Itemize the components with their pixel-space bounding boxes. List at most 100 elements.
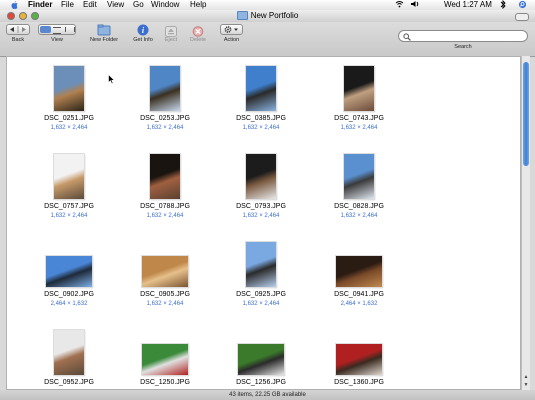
thumbnail-frame xyxy=(29,327,109,375)
file-item[interactable]: DSC_0905.JPG 1,632 × 2,464 xyxy=(125,239,205,321)
toolbar: Back View New Folder i Get Info Eject De… xyxy=(0,22,535,57)
file-name[interactable]: DSC_1360.JPG xyxy=(319,379,399,386)
get-info-button[interactable]: i xyxy=(137,23,149,36)
column-view-icon[interactable] xyxy=(65,27,75,32)
back-forward-buttons[interactable] xyxy=(6,24,30,35)
file-item[interactable]: DSC_0385.JPG 1,632 × 2,464 xyxy=(221,63,301,145)
photo-thumbnail[interactable] xyxy=(142,344,188,375)
back-arrow-icon xyxy=(10,27,14,32)
file-item[interactable]: DSC_0253.JPG 1,632 × 2,464 xyxy=(125,63,205,145)
new-folder-button[interactable] xyxy=(97,23,111,36)
file-item[interactable]: DSC_1360.JPG xyxy=(319,327,399,389)
forward-arrow-icon xyxy=(22,27,26,32)
list-view-icon[interactable] xyxy=(53,27,61,34)
file-name[interactable]: DSC_1256.JPG xyxy=(221,379,301,386)
file-name[interactable]: DSC_0902.JPG xyxy=(29,291,109,298)
vertical-scrollbar[interactable]: ▲ ▼ xyxy=(521,56,530,390)
scroll-down-arrow[interactable]: ▼ xyxy=(523,382,529,388)
file-item[interactable]: DSC_0251.JPG 1,632 × 2,464 xyxy=(29,63,109,145)
thumbnail-frame xyxy=(125,327,205,375)
file-dimensions: 1,632 × 2,464 xyxy=(242,125,280,131)
file-name[interactable]: DSC_0941.JPG xyxy=(319,291,399,298)
view-label: View xyxy=(51,37,63,43)
menu-window[interactable]: Window xyxy=(151,0,179,10)
photo-thumbnail[interactable] xyxy=(246,66,276,111)
file-name[interactable]: DSC_1250.JPG xyxy=(125,379,205,386)
thumbnail-frame xyxy=(221,63,301,111)
toolbar-toggle-button[interactable] xyxy=(515,13,529,21)
search-field[interactable] xyxy=(398,30,528,42)
photo-thumbnail[interactable] xyxy=(54,66,84,111)
menu-clock[interactable]: Wed 1:27 AM xyxy=(444,0,492,10)
photo-thumbnail[interactable] xyxy=(150,154,180,199)
photo-thumbnail[interactable] xyxy=(150,66,180,111)
file-name[interactable]: DSC_0952.JPG xyxy=(29,379,109,386)
apple-menu-icon[interactable] xyxy=(11,1,18,9)
photo-thumbnail[interactable] xyxy=(344,66,374,111)
file-item[interactable]: DSC_1256.JPG xyxy=(221,327,301,389)
delete-button[interactable] xyxy=(192,24,204,37)
back-label: Back xyxy=(11,37,25,43)
file-name[interactable]: DSC_0828.JPG xyxy=(319,203,399,210)
file-item[interactable]: DSC_0925.JPG 1,632 × 2,464 xyxy=(221,239,301,321)
menu-edit[interactable]: Edit xyxy=(83,0,97,10)
file-name[interactable]: DSC_0385.JPG xyxy=(221,115,301,122)
scrollbar-thumb[interactable] xyxy=(523,62,529,166)
file-item[interactable]: DSC_0941.JPG 2,464 × 1,632 xyxy=(319,239,399,321)
photo-thumbnail[interactable] xyxy=(344,154,374,199)
chevron-down-icon xyxy=(234,28,238,31)
file-item[interactable]: DSC_1250.JPG xyxy=(125,327,205,389)
file-item[interactable]: DSC_0788.JPG 1,632 × 2,464 xyxy=(125,151,205,233)
file-name[interactable]: DSC_0251.JPG xyxy=(29,115,109,122)
mouse-pointer-icon xyxy=(108,74,115,85)
file-name[interactable]: DSC_0793.JPG xyxy=(221,203,301,210)
eject-icon xyxy=(165,26,177,37)
file-dimensions: 1,632 × 2,464 xyxy=(242,301,280,307)
photo-thumbnail[interactable] xyxy=(336,344,382,375)
file-item[interactable]: DSC_0828.JPG 1,632 × 2,464 xyxy=(319,151,399,233)
file-item[interactable]: DSC_0743.JPG 1,632 × 2,464 xyxy=(319,63,399,145)
thumbnail-frame xyxy=(319,151,399,199)
action-button[interactable] xyxy=(220,24,243,35)
photo-thumbnail[interactable] xyxy=(238,344,284,375)
icon-view-icon[interactable] xyxy=(40,26,51,33)
menu-help[interactable]: Help xyxy=(190,0,206,10)
close-button[interactable] xyxy=(7,12,15,20)
photo-thumbnail[interactable] xyxy=(246,154,276,199)
file-name[interactable]: DSC_0788.JPG xyxy=(125,203,205,210)
menu-finder[interactable]: Finder xyxy=(28,0,52,10)
file-name[interactable]: DSC_0757.JPG xyxy=(29,203,109,210)
finder-window: New Portfolio Back View New Folder i Get… xyxy=(0,10,535,400)
file-name[interactable]: DSC_0743.JPG xyxy=(319,115,399,122)
new-folder-icon xyxy=(97,24,111,36)
info-icon: i xyxy=(137,24,149,36)
title-bar[interactable]: New Portfolio xyxy=(0,10,535,22)
file-dimensions: 1,632 × 2,464 xyxy=(340,125,378,131)
file-item[interactable]: DSC_0793.JPG 1,632 × 2,464 xyxy=(221,151,301,233)
scroll-up-arrow[interactable]: ▲ xyxy=(523,374,529,380)
menu-view[interactable]: View xyxy=(107,0,124,10)
photo-thumbnail[interactable] xyxy=(246,242,276,287)
eject-label: Eject xyxy=(164,37,178,43)
eject-button[interactable] xyxy=(165,24,177,37)
thumbnail-frame xyxy=(319,327,399,375)
photo-thumbnail[interactable] xyxy=(54,330,84,375)
photo-thumbnail[interactable] xyxy=(54,154,84,199)
file-name[interactable]: DSC_0905.JPG xyxy=(125,291,205,298)
photo-thumbnail[interactable] xyxy=(46,256,92,287)
menu-go[interactable]: Go xyxy=(133,0,144,10)
file-item[interactable]: DSC_0952.JPG1,632 × 2,464 xyxy=(29,327,109,389)
minimize-button[interactable] xyxy=(19,12,27,20)
view-buttons[interactable] xyxy=(38,24,76,35)
menu-file[interactable]: File xyxy=(61,0,74,10)
window-title: New Portfolio xyxy=(250,11,299,20)
file-item[interactable]: DSC_0902.JPG 2,464 × 1,632 xyxy=(29,239,109,321)
search-label: Search xyxy=(454,44,472,50)
zoom-button[interactable] xyxy=(31,12,39,20)
photo-thumbnail[interactable] xyxy=(142,256,188,287)
file-item[interactable]: DSC_0757.JPG 1,632 × 2,464 xyxy=(29,151,109,233)
thumbnail-frame xyxy=(221,239,301,287)
photo-thumbnail[interactable] xyxy=(336,256,382,287)
file-name[interactable]: DSC_0925.JPG xyxy=(221,291,301,298)
file-name[interactable]: DSC_0253.JPG xyxy=(125,115,205,122)
